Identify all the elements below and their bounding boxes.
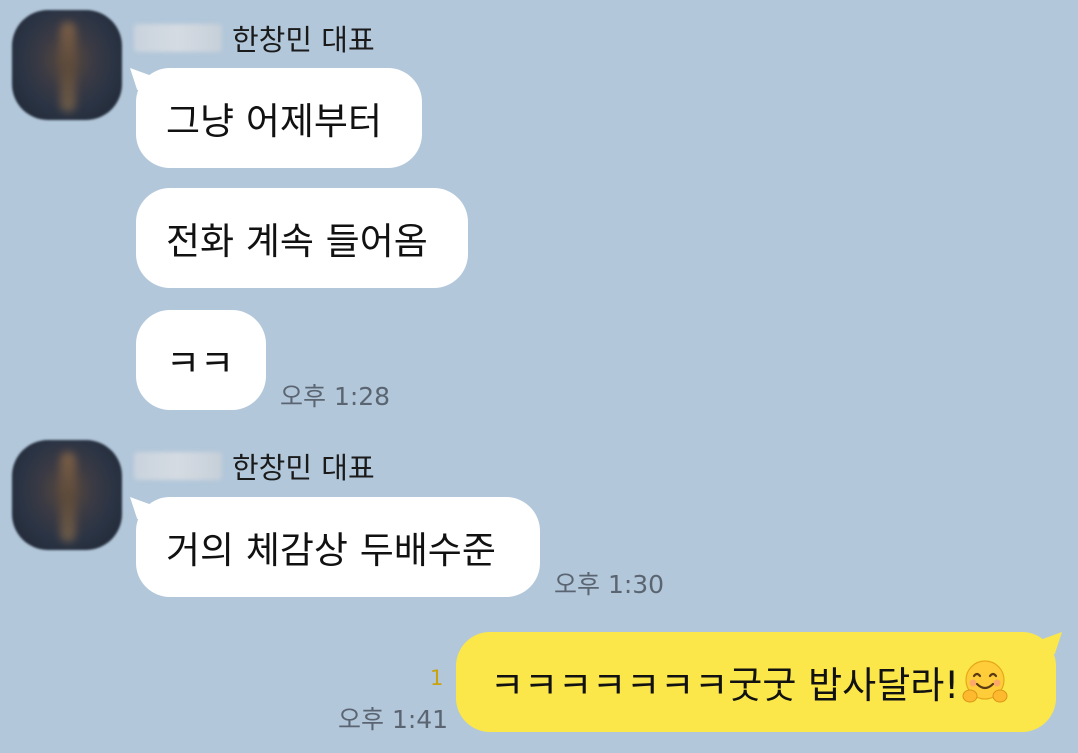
blurred-name [134, 452, 222, 480]
blurred-name [134, 24, 222, 52]
message-bubble[interactable]: ㅋㅋ [136, 310, 266, 410]
sender-name: 한창민 대표 [134, 446, 375, 486]
message-text: ㅋㅋㅋㅋㅋㅋㅋ굿굿 밥사달라! [490, 664, 960, 707]
sender-avatar[interactable] [12, 440, 122, 550]
message-bubble[interactable]: 거의 체감상 두배수준 [136, 497, 540, 597]
sender-name: 한창민 대표 [134, 18, 375, 58]
message-bubble[interactable]: 그냥 어제부터 [136, 68, 422, 168]
my-message-bubble[interactable]: ㅋㅋㅋㅋㅋㅋㅋ굿굿 밥사달라! [456, 632, 1056, 732]
message-text: ㅋㅋ [166, 342, 235, 385]
sender-name-label: 한창민 대표 [232, 23, 375, 57]
chat-view: 한창민 대표 그냥 어제부터 전화 계속 들어옴 ㅋㅋ 오후 1:28 한창민 … [0, 0, 1078, 753]
message-text: 거의 체감상 두배수준 [166, 529, 496, 572]
unread-count: 1 [430, 666, 444, 690]
message-timestamp: 오후 1:41 [338, 705, 449, 734]
message-text: 그냥 어제부터 [166, 100, 383, 143]
hugging-face-emoji-icon [961, 658, 1009, 706]
sender-name-label: 한창민 대표 [232, 451, 375, 485]
message-timestamp: 오후 1:30 [554, 570, 665, 599]
message-text: 전화 계속 들어옴 [166, 220, 428, 263]
sender-avatar[interactable] [12, 10, 122, 120]
message-bubble[interactable]: 전화 계속 들어옴 [136, 188, 468, 288]
message-timestamp: 오후 1:28 [280, 382, 391, 411]
